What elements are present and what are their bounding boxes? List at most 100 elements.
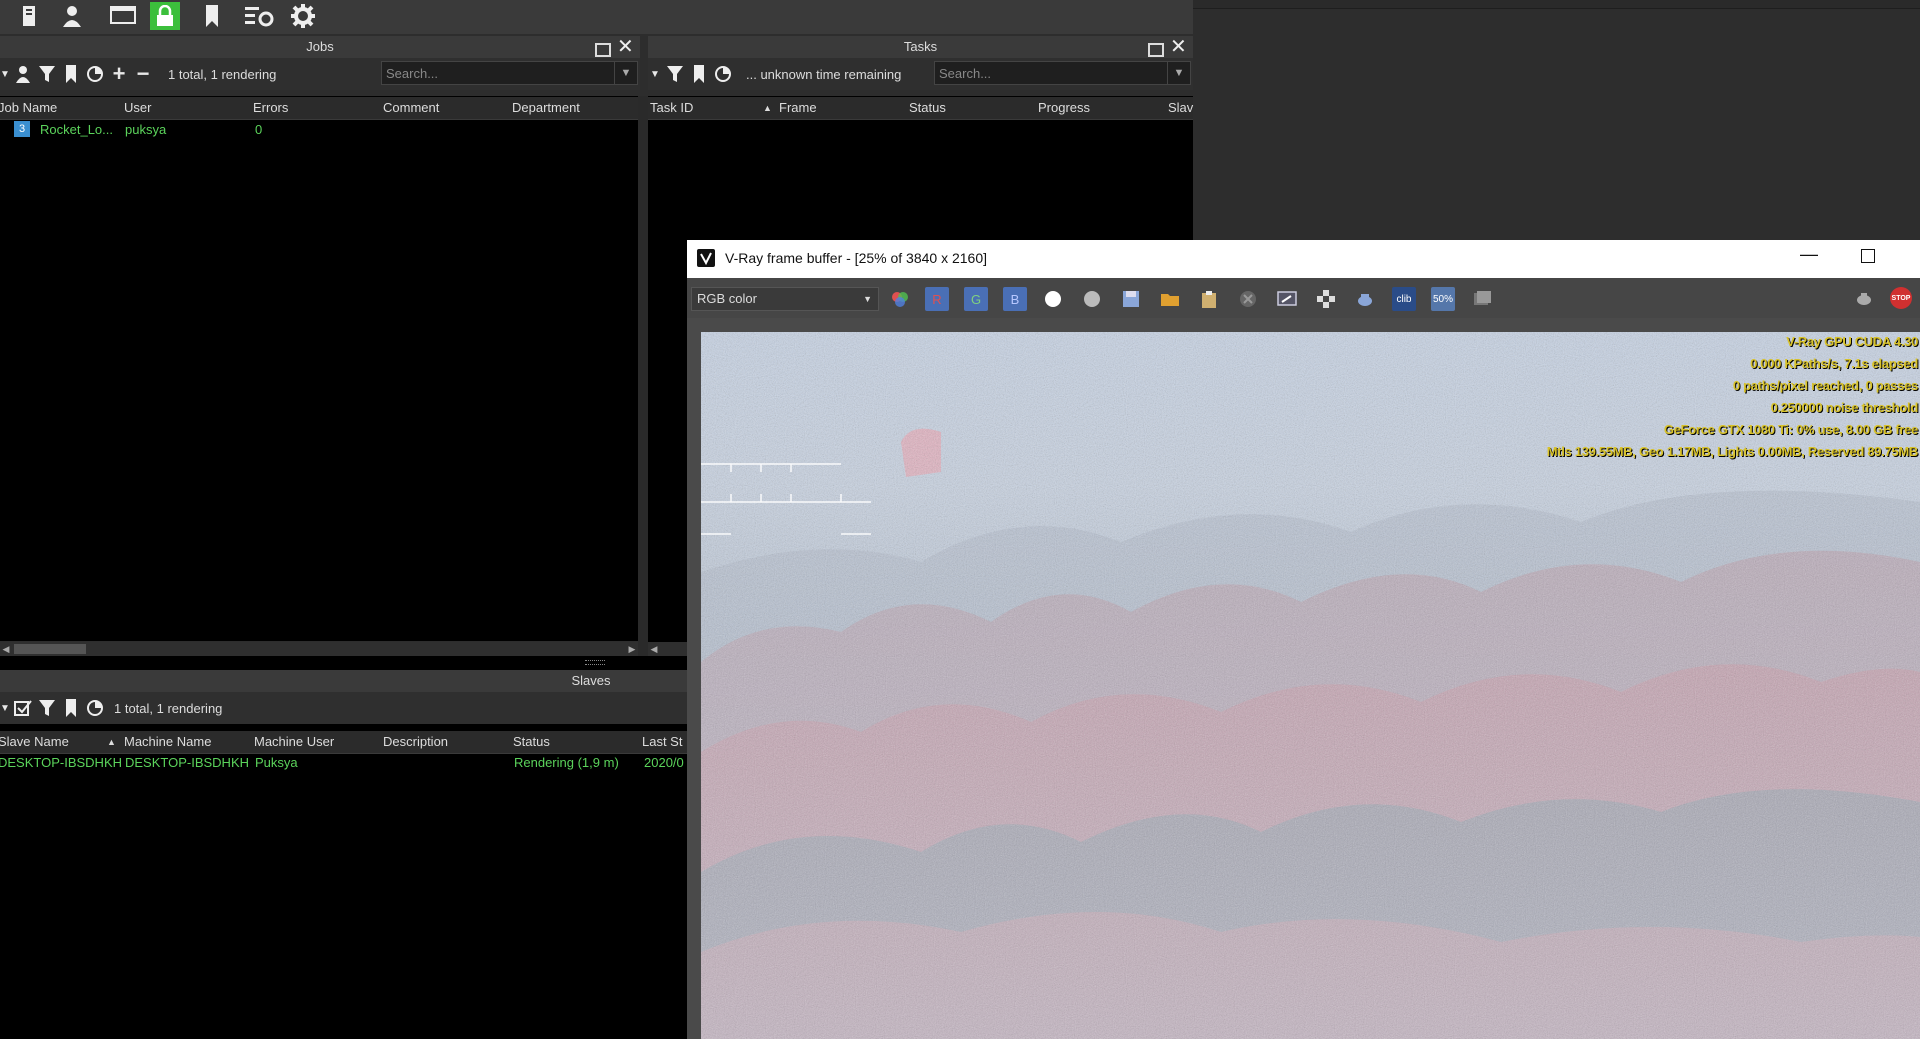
- scroll-right-icon[interactable]: ▶: [626, 642, 638, 656]
- open-folder-icon[interactable]: [1158, 287, 1182, 311]
- tasks-search-input[interactable]: Search... ▼: [934, 61, 1191, 85]
- col-department[interactable]: Department: [512, 100, 580, 115]
- pie-chart-icon[interactable]: [84, 63, 106, 85]
- filter-icon[interactable]: [36, 63, 58, 85]
- col-slave-name[interactable]: Slave Name: [0, 734, 69, 749]
- col-frame[interactable]: Frame: [779, 100, 817, 115]
- col-progress[interactable]: Progress: [1038, 100, 1090, 115]
- scroll-left-icon[interactable]: ◀: [0, 642, 12, 656]
- table-row[interactable]: 3 Rocket_Lo... puksya 0: [0, 120, 638, 140]
- remove-icon[interactable]: −: [132, 61, 154, 86]
- col-last-status[interactable]: Last St: [642, 734, 682, 749]
- panel-splitter[interactable]: [638, 96, 648, 656]
- bookmark-icon[interactable]: [60, 63, 82, 85]
- jobs-search-input[interactable]: Search... ▼: [381, 61, 638, 85]
- user-filter-icon[interactable]: [12, 63, 34, 85]
- jobs-horizontal-scrollbar[interactable]: ◀ ▶: [0, 642, 638, 656]
- render-icon[interactable]: [1852, 287, 1876, 311]
- track-mouse-icon[interactable]: [1314, 287, 1338, 311]
- job-errors: 0: [255, 122, 263, 137]
- scroll-left-icon[interactable]: ◀: [648, 642, 660, 656]
- slave-status: Rendering (1,9 m): [514, 755, 619, 770]
- clipboard-icon[interactable]: [1197, 287, 1221, 311]
- resize-grip-icon[interactable]: [585, 660, 605, 665]
- alpha-white-icon[interactable]: [1041, 287, 1065, 311]
- filter-icon[interactable]: [36, 697, 58, 719]
- col-slave[interactable]: Slav: [1168, 100, 1193, 115]
- col-machine-user[interactable]: Machine User: [254, 734, 334, 749]
- zoom-50-button[interactable]: 50%: [1431, 287, 1455, 311]
- dropdown-arrow-icon[interactable]: ▼: [0, 697, 10, 719]
- color-channels-icon[interactable]: [888, 287, 912, 311]
- lock-icon[interactable]: [150, 2, 180, 30]
- channel-select-value: RGB color: [697, 291, 757, 306]
- close-jobs-icon[interactable]: ✕: [617, 37, 634, 57]
- bookmark-icon[interactable]: [197, 2, 227, 30]
- col-description[interactable]: Description: [383, 734, 448, 749]
- col-status[interactable]: Status: [909, 100, 946, 115]
- jobs-status-text: 1 total, 1 rendering: [168, 66, 277, 82]
- blue-channel-button[interactable]: B: [1003, 287, 1027, 311]
- green-channel-button[interactable]: G: [964, 287, 988, 311]
- float-panel-icon[interactable]: [1148, 43, 1164, 57]
- col-job-name[interactable]: Job Name: [0, 100, 57, 115]
- slaves-toolbar: ▼ 1 total, 1 rendering: [0, 692, 687, 724]
- render-viewport[interactable]: V-Ray GPU CUDA 4.30 0.000 KPaths/s, 7.1s…: [701, 332, 1920, 1039]
- add-icon[interactable]: +: [108, 61, 130, 86]
- vfb-info-line: GeForce GTX 1080 Ti: 0% use, 8.00 GB fre…: [1663, 422, 1918, 437]
- history-icon[interactable]: [1470, 287, 1494, 311]
- col-errors[interactable]: Errors: [253, 100, 288, 115]
- lut-icon[interactable]: clib: [1392, 287, 1416, 311]
- slave-last-status: 2020/0: [644, 755, 684, 770]
- render-teapot-icon[interactable]: [1353, 287, 1377, 311]
- slave-name: DESKTOP-IBSDHKH: [0, 755, 123, 770]
- bookmark-icon[interactable]: [60, 697, 82, 719]
- dropdown-arrow-icon[interactable]: ▼: [0, 63, 10, 85]
- monochrome-icon[interactable]: [1080, 287, 1104, 311]
- col-user[interactable]: User: [124, 100, 151, 115]
- filter-icon[interactable]: [664, 63, 686, 85]
- red-channel-button[interactable]: R: [925, 287, 949, 311]
- pie-chart-icon[interactable]: [84, 697, 106, 719]
- close-tasks-icon[interactable]: ✕: [1170, 37, 1187, 57]
- monitor-icon[interactable]: [108, 2, 138, 30]
- tasks-search-placeholder: Search...: [939, 66, 992, 81]
- region-render-icon[interactable]: [1275, 287, 1299, 311]
- col-machine-name[interactable]: Machine Name: [124, 734, 211, 749]
- tasks-column-header: Task ID ▲ Frame Status Progress Slav: [648, 97, 1193, 120]
- stop-render-button[interactable]: STOP: [1890, 287, 1912, 309]
- user-icon[interactable]: [57, 2, 87, 30]
- save-image-icon[interactable]: [1119, 287, 1143, 311]
- tasks-horizontal-scrollbar[interactable]: ◀: [648, 642, 688, 656]
- scroll-thumb[interactable]: [14, 644, 86, 654]
- pie-chart-icon[interactable]: [712, 63, 734, 85]
- job-user: puksya: [125, 122, 167, 137]
- chevron-down-icon[interactable]: ▼: [614, 62, 637, 84]
- float-panel-icon[interactable]: [595, 43, 611, 57]
- job-name: Rocket_Lo...: [40, 122, 113, 137]
- vfb-info-line: 0.000 KPaths/s, 7.1s elapsed: [1750, 356, 1918, 371]
- col-task-id[interactable]: Task ID: [650, 100, 693, 115]
- top-right-strip: [1193, 0, 1920, 9]
- vfb-titlebar[interactable]: V-Ray frame buffer - [25% of 3840 x 2160…: [687, 240, 1920, 278]
- chevron-down-icon[interactable]: ▼: [1167, 62, 1190, 84]
- col-status[interactable]: Status: [513, 734, 550, 749]
- 3dsmax-app-icon: 3: [14, 121, 30, 137]
- vfb-info-line: 0.250000 noise threshold: [1770, 400, 1919, 415]
- main-toolbar: [0, 0, 1193, 34]
- clear-image-icon[interactable]: [1236, 287, 1260, 311]
- chevron-down-icon: ▼: [863, 294, 872, 304]
- settings-list-icon[interactable]: [245, 2, 275, 30]
- channel-select[interactable]: RGB color ▼: [691, 287, 879, 311]
- tasks-panel-title: Tasks: [648, 36, 1193, 58]
- maximize-icon[interactable]: [1861, 249, 1875, 263]
- minimize-icon[interactable]: —: [1800, 244, 1818, 265]
- col-comment[interactable]: Comment: [383, 100, 439, 115]
- table-row[interactable]: DESKTOP-IBSDHKH DESKTOP-IBSDHKH Puksya R…: [0, 754, 687, 774]
- bookmark-icon[interactable]: [688, 63, 710, 85]
- gear-icon[interactable]: [288, 2, 318, 30]
- slaves-status-text: 1 total, 1 rendering: [114, 700, 223, 716]
- checkbox-edit-icon[interactable]: [12, 697, 34, 719]
- job-list-icon[interactable]: [14, 2, 44, 30]
- dropdown-arrow-icon[interactable]: ▼: [648, 63, 662, 85]
